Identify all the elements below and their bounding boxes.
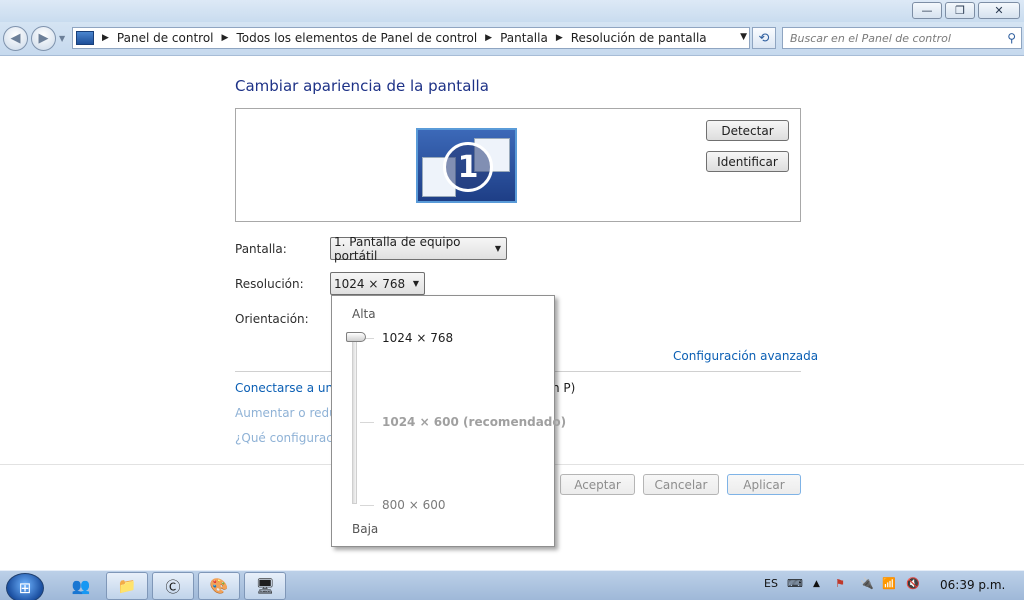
keyboard-icon[interactable]: ⌨ xyxy=(787,577,803,590)
back-arrow-icon: ◀ xyxy=(10,31,21,46)
forward-arrow-icon: ▶ xyxy=(38,31,49,46)
resolution-label: Resolución: xyxy=(235,277,304,291)
address-dropdown-icon[interactable]: ▼ xyxy=(740,32,747,42)
recent-pages-dropdown-icon[interactable]: ▼ xyxy=(59,34,65,43)
chevron-right-icon[interactable]: ▶ xyxy=(485,33,492,43)
address-box[interactable]: ▶ Panel de control ▶ Todos los elementos… xyxy=(72,27,750,49)
connect-projector-link[interactable]: Conectarse a un p xyxy=(235,381,345,395)
display-select[interactable]: 1. Pantalla de equipo portátil ▼ xyxy=(330,234,507,263)
show-hidden-icons-icon[interactable]: ▲ xyxy=(813,579,820,589)
address-bar: ◀ ▶ ▼ ▶ Panel de control ▶ Todos los ele… xyxy=(0,22,1024,56)
control-panel-icon xyxy=(76,31,94,45)
close-button[interactable]: ✕ xyxy=(978,2,1020,19)
high-label: Alta xyxy=(352,307,376,321)
cancel-button[interactable]: Cancelar xyxy=(643,474,719,495)
chevron-right-icon[interactable]: ▶ xyxy=(222,33,229,43)
chevron-down-icon: ▼ xyxy=(412,279,419,288)
users-icon[interactable]: 👥 xyxy=(60,572,102,600)
resolution-slider-track[interactable] xyxy=(352,336,357,504)
display-select-value: 1. Pantalla de equipo portátil xyxy=(334,234,461,263)
search-icon[interactable]: ⚲ xyxy=(1007,31,1016,45)
chevron-right-icon[interactable]: ▶ xyxy=(556,33,563,43)
breadcrumb: ▶ Panel de control ▶ Todos los elementos… xyxy=(94,31,707,45)
advanced-settings-link[interactable]: Configuración avanzada xyxy=(673,349,818,363)
search-box: ⚲ xyxy=(782,27,1022,49)
clock[interactable]: 06:39 p.m. xyxy=(940,578,1005,592)
page-title: Cambiar apariencia de la pantalla xyxy=(235,77,489,95)
forward-button[interactable]: ▶ xyxy=(31,26,56,51)
paint-icon[interactable]: 🎨 xyxy=(198,572,240,600)
title-bar: — ❐ ✕ xyxy=(0,0,1024,22)
breadcrumb-item-pantalla[interactable]: Pantalla xyxy=(500,31,548,45)
file-explorer-icon[interactable]: 📁 xyxy=(106,572,148,600)
language-indicator[interactable]: ES xyxy=(764,577,778,590)
action-center-icon[interactable]: ⚑ xyxy=(835,577,845,590)
maximize-button[interactable]: ❐ xyxy=(945,2,975,19)
enlarge-text-link[interactable]: Aumentar o reduc xyxy=(235,406,343,420)
search-input[interactable] xyxy=(790,28,1000,48)
orientation-label: Orientación: xyxy=(235,312,309,326)
accept-button[interactable]: Aceptar xyxy=(560,474,635,495)
display-settings-icon[interactable]: 🖥 xyxy=(244,572,286,600)
detect-button[interactable]: Detectar xyxy=(706,120,789,141)
resolution-slider-thumb[interactable] xyxy=(346,332,366,342)
ccleaner-icon[interactable]: Ⓒ xyxy=(152,572,194,600)
resolution-select[interactable]: 1024 × 768 ▼ xyxy=(330,272,425,295)
slider-tick xyxy=(360,422,374,423)
breadcrumb-item-panel-de-control[interactable]: Panel de control xyxy=(117,31,214,45)
slider-tick xyxy=(360,505,374,506)
display-label: Pantalla: xyxy=(235,242,287,256)
windows-start-icon[interactable]: ⊞ xyxy=(6,573,44,600)
volume-muted-icon[interactable]: 🔇 xyxy=(906,577,920,590)
refresh-icon: ⟲ xyxy=(758,30,770,46)
resolution-popup: Alta 1024 × 768 1024 × 600 (recomendado)… xyxy=(331,295,566,547)
breadcrumb-item-todos-los-elementos[interactable]: Todos los elementos de Panel de control xyxy=(236,31,477,45)
which-settings-link[interactable]: ¿Qué configuració xyxy=(235,431,344,445)
resolution-option[interactable]: 1024 × 768 xyxy=(382,331,453,345)
chevron-down-icon: ▼ xyxy=(494,244,501,253)
back-button[interactable]: ◀ xyxy=(3,26,28,51)
power-icon[interactable]: 🔌 xyxy=(860,577,874,590)
monitor-1-icon[interactable]: 1 xyxy=(416,128,517,203)
resolution-option[interactable]: 1024 × 600 (recomendado) xyxy=(382,415,566,429)
low-label: Baja xyxy=(352,522,379,536)
breadcrumb-item-resolucion[interactable]: Resolución de pantalla xyxy=(571,31,707,45)
apply-button[interactable]: Aplicar xyxy=(727,474,801,495)
taskbar: ⊞ 👥 📁 Ⓒ 🎨 🖥 ES ⌨ ▲ ⚑ 🔌 📶 🔇 06:39 p.m. xyxy=(0,570,1024,600)
refresh-button[interactable]: ⟲ xyxy=(752,27,776,49)
monitor-number: 1 xyxy=(443,142,493,192)
minimize-button[interactable]: — xyxy=(912,2,942,19)
window-controls: — ❐ ✕ xyxy=(912,2,1020,19)
resolution-select-value: 1024 × 768 xyxy=(334,276,406,291)
network-icon[interactable]: 📶 xyxy=(882,577,896,590)
resolution-option[interactable]: 800 × 600 xyxy=(382,498,446,512)
identify-button[interactable]: Identificar xyxy=(706,151,789,172)
chevron-right-icon: ▶ xyxy=(102,33,109,43)
monitor-preview-panel: 1 Detectar Identificar xyxy=(235,108,801,222)
connect-projector-link-tail: n P) xyxy=(552,381,576,395)
